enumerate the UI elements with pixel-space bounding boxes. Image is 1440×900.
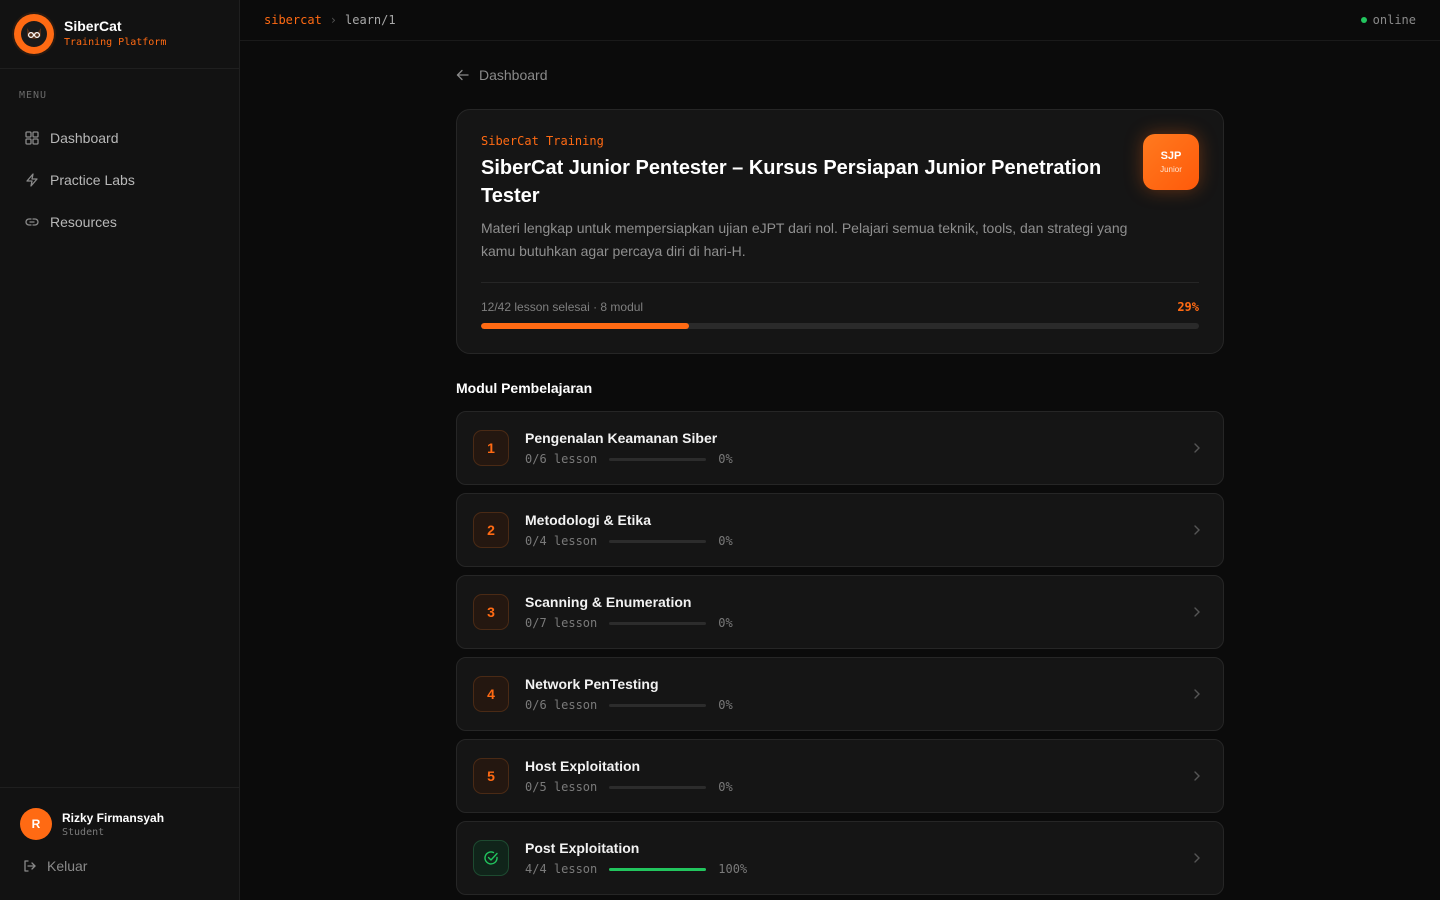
module-progress-fill bbox=[609, 867, 707, 871]
user-profile[interactable]: R Rizky Firmansyah Student bbox=[0, 788, 239, 840]
back-link[interactable]: Dashboard bbox=[456, 41, 1224, 109]
sidebar-item-resources[interactable]: Resources bbox=[0, 201, 239, 243]
sidebar: SiberCat Training Platform MENU Dashboar… bbox=[0, 0, 240, 900]
course-progress-percent: 29% bbox=[1177, 300, 1199, 314]
logout-icon bbox=[23, 858, 39, 874]
brand[interactable]: SiberCat Training Platform bbox=[0, 0, 239, 69]
sidebar-item-label: Practice Labs bbox=[50, 172, 135, 188]
badge-code: SJP bbox=[1160, 150, 1182, 162]
module-item[interactable]: Post Exploitation 4/4 lesson 100% bbox=[456, 821, 1224, 895]
sidebar-item-practice-labs[interactable]: Practice Labs bbox=[0, 159, 239, 201]
logout-label: Keluar bbox=[47, 858, 88, 874]
user-panel: R Rizky Firmansyah Student Keluar bbox=[0, 787, 239, 900]
topbar: sibercat › learn/1 online bbox=[240, 0, 1440, 41]
module-number: 5 bbox=[473, 758, 509, 794]
module-item[interactable]: 1 Pengenalan Keamanan Siber 0/6 lesson 0… bbox=[456, 411, 1224, 485]
module-progress-bar bbox=[609, 867, 707, 871]
course-title: SiberCat Junior Pentester – Kursus Persi… bbox=[481, 157, 1102, 207]
module-progress-bar bbox=[609, 703, 707, 707]
module-lesson-count: 0/7 lesson bbox=[525, 616, 598, 630]
module-lesson-count: 0/6 lesson bbox=[525, 452, 598, 466]
cat-logo-icon bbox=[14, 14, 54, 54]
module-progress-bar bbox=[609, 457, 707, 461]
back-label: Dashboard bbox=[479, 67, 548, 83]
module-list: 1 Pengenalan Keamanan Siber 0/6 lesson 0… bbox=[456, 411, 1224, 895]
module-number: 4 bbox=[473, 676, 509, 712]
module-lesson-count: 0/6 lesson bbox=[525, 698, 598, 712]
course-progress-text: 12/42 lesson selesai · 8 modul bbox=[481, 300, 644, 314]
chevron-right-icon bbox=[1193, 523, 1203, 537]
course-progress-fill bbox=[481, 323, 690, 329]
breadcrumb-current: learn/1 bbox=[345, 13, 396, 27]
divider bbox=[481, 282, 1199, 283]
module-complete-badge bbox=[473, 840, 509, 876]
user-name: Rizky Firmansyah bbox=[62, 810, 165, 825]
module-title: Host Exploitation bbox=[525, 758, 641, 774]
module-item[interactable]: 2 Metodologi & Etika 0/4 lesson 0% bbox=[456, 493, 1224, 567]
sidebar-item-label: Resources bbox=[50, 214, 117, 230]
chevron-right-icon bbox=[1193, 441, 1203, 455]
module-number: 3 bbox=[473, 594, 509, 630]
module-title: Scanning & Enumeration bbox=[525, 594, 692, 610]
module-item[interactable]: 3 Scanning & Enumeration 0/7 lesson 0% bbox=[456, 575, 1224, 649]
module-number: 1 bbox=[473, 430, 509, 466]
brand-subtitle: Training Platform bbox=[64, 37, 167, 48]
module-progress-percent: 0% bbox=[718, 616, 733, 630]
module-progress-percent: 0% bbox=[718, 698, 733, 712]
logout-button[interactable]: Keluar bbox=[0, 840, 239, 874]
user-role: Student bbox=[62, 826, 105, 838]
module-progress-bar bbox=[609, 539, 707, 543]
status-text: online bbox=[1372, 13, 1416, 27]
chevron-right-icon bbox=[1193, 769, 1203, 783]
module-item[interactable]: 4 Network PenTesting 0/6 lesson 0% bbox=[456, 657, 1224, 731]
check-circle-icon bbox=[484, 851, 498, 865]
module-progress-percent: 100% bbox=[718, 862, 748, 876]
badge-level: Junior bbox=[1160, 165, 1182, 174]
status-indicator: online bbox=[1360, 13, 1416, 27]
module-title: Pengenalan Keamanan Siber bbox=[525, 430, 718, 446]
module-number: 2 bbox=[473, 512, 509, 548]
module-progress-percent: 0% bbox=[718, 534, 733, 548]
grid-icon bbox=[24, 130, 40, 146]
course-card: SiberCat Training SiberCat Junior Pentes… bbox=[456, 109, 1224, 354]
module-title: Post Exploitation bbox=[525, 840, 640, 856]
breadcrumb-separator: › bbox=[329, 13, 338, 27]
course-description: Materi lengkap untuk mempersiapkan ujian… bbox=[481, 220, 1128, 259]
chevron-right-icon bbox=[1193, 605, 1203, 619]
online-dot-icon bbox=[1360, 17, 1367, 23]
breadcrumb-root[interactable]: sibercat bbox=[264, 13, 322, 27]
main-content: Dashboard SiberCat Training SiberCat Jun… bbox=[456, 41, 1224, 895]
link-icon bbox=[24, 214, 40, 230]
module-title: Metodologi & Etika bbox=[525, 512, 651, 528]
module-title: Network PenTesting bbox=[525, 676, 659, 692]
modules-heading: Modul Pembelajaran bbox=[456, 380, 593, 396]
chevron-right-icon bbox=[1193, 687, 1203, 701]
arrow-left-icon bbox=[456, 68, 470, 82]
module-lesson-count: 0/4 lesson bbox=[525, 534, 598, 548]
course-badge: SJP Junior bbox=[1143, 134, 1199, 190]
module-lesson-count: 0/5 lesson bbox=[525, 780, 598, 794]
menu-label: MENU bbox=[19, 90, 48, 101]
course-kicker: SiberCat Training bbox=[481, 134, 604, 148]
module-lesson-count: 4/4 lesson bbox=[525, 862, 598, 876]
brand-name: SiberCat bbox=[64, 18, 122, 34]
module-progress-bar bbox=[609, 621, 707, 625]
module-progress-percent: 0% bbox=[718, 452, 733, 466]
module-item[interactable]: 5 Host Exploitation 0/5 lesson 0% bbox=[456, 739, 1224, 813]
module-progress-bar bbox=[609, 785, 707, 789]
chevron-right-icon bbox=[1193, 851, 1203, 865]
avatar: R bbox=[20, 808, 52, 840]
sidebar-item-dashboard[interactable]: Dashboard bbox=[0, 117, 239, 159]
module-progress-percent: 0% bbox=[718, 780, 733, 794]
bolt-icon bbox=[24, 172, 40, 188]
course-progress-bar bbox=[481, 323, 1199, 329]
sidebar-item-label: Dashboard bbox=[50, 130, 119, 146]
